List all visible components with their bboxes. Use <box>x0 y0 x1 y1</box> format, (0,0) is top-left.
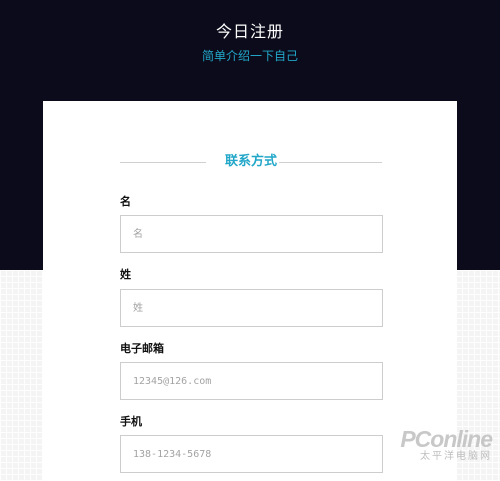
phone-label: 手机 <box>120 415 142 428</box>
registration-form-card: 联系方式 名 姓 电子邮箱 手机 <box>43 101 457 481</box>
last-name-label: 姓 <box>120 268 131 281</box>
page-title: 今日注册 <box>215 22 284 41</box>
section-heading: 联系方式 <box>120 153 382 171</box>
section-divider-right <box>279 162 382 163</box>
page-subtitle: 简单介绍一下自己 <box>201 49 298 63</box>
first-name-label: 名 <box>120 195 131 208</box>
last-name-input[interactable] <box>120 289 383 327</box>
email-label: 电子邮箱 <box>120 342 164 355</box>
phone-input[interactable] <box>120 435 383 473</box>
email-input[interactable] <box>120 362 383 400</box>
section-title: 联系方式 <box>224 154 277 169</box>
section-divider-left <box>120 162 206 163</box>
first-name-input[interactable] <box>120 215 383 253</box>
